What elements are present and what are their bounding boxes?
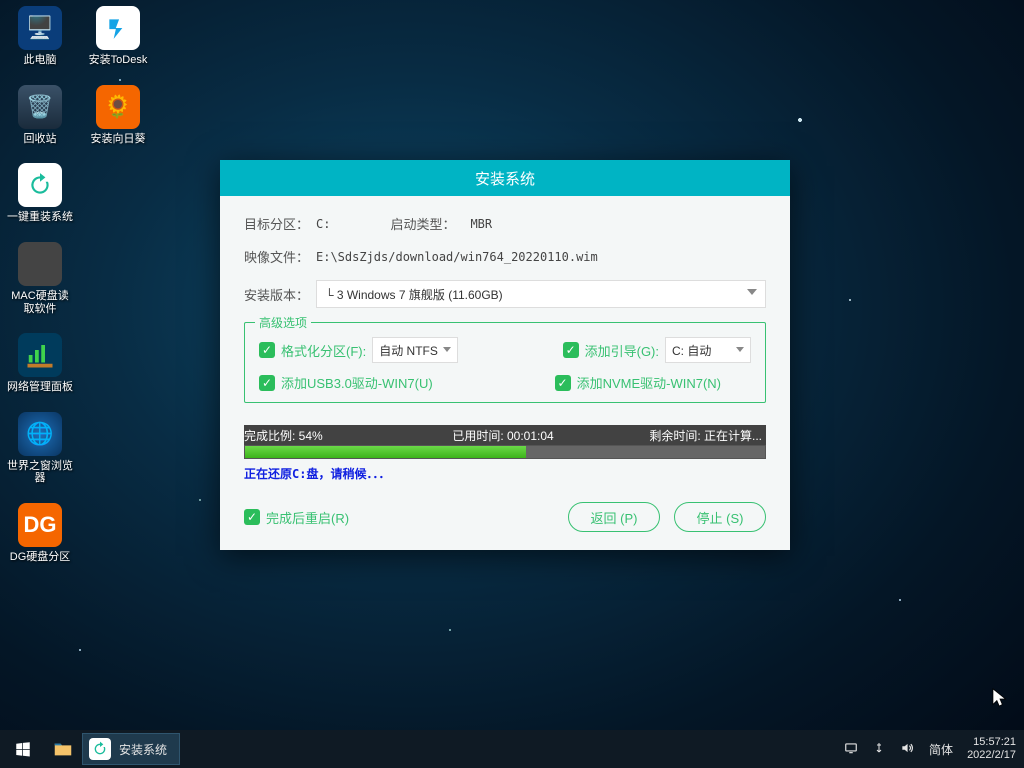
image-file-value: E:\SdsZjds/download/win764_20220110.wim [316, 250, 598, 264]
format-select[interactable]: 自动 NTFS [372, 337, 458, 363]
desktop-icon-todesk[interactable]: 安装ToDesk [84, 6, 152, 67]
chevron-down-icon [443, 347, 451, 352]
remaining-time-text: 剩余时间: 正在计算... [589, 427, 766, 444]
monitor-icon: 🖥️ [18, 6, 62, 50]
clock-time: 15:57:21 [967, 736, 1016, 749]
globe-icon: 🌐 [18, 412, 62, 456]
desktop-icon-reinstall[interactable]: 一键重装系统 [6, 163, 74, 224]
window-title[interactable]: 安装系统 [220, 160, 790, 196]
advanced-options-fieldset: 高级选项 ✓ 格式化分区(F): 自动 NTFS ✓ 添加引导(G): C: 自… [244, 322, 766, 403]
taskbar-app-title: 安装系统 [119, 741, 167, 758]
progress-metrics: 完成比例: 54% 已用时间: 00:01:04 剩余时间: 正在计算... [244, 425, 766, 445]
install-version-select[interactable]: └ 3 Windows 7 旗舰版 (11.60GB) [316, 280, 766, 308]
target-partition-value: C: [316, 217, 330, 231]
nvme-label: 添加NVME驱动-WIN7(N) [577, 373, 721, 392]
apple-icon [18, 242, 62, 286]
taskbar-app-installer[interactable]: 安装系统 [82, 733, 180, 765]
progress-percent-text: 完成比例: 54% [244, 427, 417, 444]
diskgenius-icon: DG [18, 503, 62, 547]
network-icon[interactable] [843, 741, 859, 758]
desktop-icon-net-panel[interactable]: 网络管理面板 [6, 333, 74, 394]
install-version-label: 安装版本： [244, 285, 316, 304]
select-value: └ 3 Windows 7 旗舰版 (11.60GB) [325, 286, 503, 303]
network-panel-icon [18, 333, 62, 377]
target-partition-label: 目标分区： [244, 214, 316, 233]
cursor-icon [992, 688, 1008, 710]
format-checkbox[interactable]: ✓ [259, 342, 275, 358]
start-button[interactable] [0, 730, 46, 768]
desktop-icon-diskgenius[interactable]: DG DG硬盘分区 [6, 503, 74, 564]
system-tray: 简体 15:57:21 2022/2/17 [843, 736, 1024, 761]
usb3-label: 添加USB3.0驱动-WIN7(U) [281, 373, 433, 392]
windows-icon [14, 740, 32, 758]
icon-label: DG硬盘分区 [10, 551, 71, 564]
status-text: 正在还原C:盘，请稍候．．． [244, 465, 766, 482]
back-button[interactable]: 返回 (P) [568, 502, 660, 532]
boot-add-label: 添加引导(G): [585, 341, 659, 360]
usb3-checkbox[interactable]: ✓ [259, 375, 275, 391]
nvme-checkbox[interactable]: ✓ [555, 375, 571, 391]
icon-label: 回收站 [24, 133, 57, 146]
boot-type-label: 启动类型： [390, 214, 470, 233]
chevron-down-icon [736, 347, 744, 352]
chevron-down-icon [747, 289, 757, 295]
advanced-legend: 高级选项 [255, 314, 311, 331]
boot-add-select[interactable]: C: 自动 [665, 337, 751, 363]
icon-label: 安装向日葵 [91, 133, 146, 146]
icon-label: 世界之窗浏览器 [6, 460, 74, 485]
boot-checkbox[interactable]: ✓ [563, 342, 579, 358]
icon-label: 网络管理面板 [7, 381, 73, 394]
reinstall-icon [89, 738, 111, 760]
desktop-icon-this-pc[interactable]: 🖥️ 此电脑 [6, 6, 74, 67]
reboot-checkbox[interactable]: ✓ [244, 509, 260, 525]
folder-icon [52, 738, 74, 760]
sunflower-icon: 🌻 [96, 85, 140, 129]
taskbar-explorer[interactable] [46, 730, 80, 768]
todesk-icon [96, 6, 140, 50]
usb-icon[interactable] [873, 740, 885, 759]
ime-indicator[interactable]: 简体 [929, 741, 953, 758]
progress-bar-fill [245, 446, 526, 458]
icon-label: 安装ToDesk [89, 54, 148, 67]
trash-icon: 🗑️ [18, 85, 62, 129]
stop-button[interactable]: 停止 (S) [674, 502, 766, 532]
taskbar: 安装系统 简体 15:57:21 2022/2/17 [0, 730, 1024, 768]
icon-label: 此电脑 [24, 54, 57, 67]
clock[interactable]: 15:57:21 2022/2/17 [967, 736, 1016, 761]
volume-icon[interactable] [899, 741, 915, 758]
icon-label: 一键重装系统 [7, 211, 73, 224]
installer-window: 安装系统 目标分区： C: 启动类型： MBR 映像文件： E:\SdsZjds… [220, 160, 790, 550]
icon-label: MAC硬盘读取软件 [6, 290, 74, 315]
elapsed-time-text: 已用时间: 00:01:04 [417, 427, 590, 444]
progress-bar [244, 445, 766, 459]
clock-date: 2022/2/17 [967, 749, 1016, 762]
desktop-icon-browser[interactable]: 🌐 世界之窗浏览器 [6, 412, 74, 485]
reboot-label: 完成后重启(R) [266, 508, 349, 527]
boot-type-value: MBR [470, 217, 492, 231]
image-file-label: 映像文件： [244, 247, 316, 266]
desktop-icons: 🖥️ 此电脑 安装ToDesk 🗑️ 回收站 🌻 安装向日葵 一键重装系统 MA… [6, 6, 152, 582]
desktop-icon-sunflower[interactable]: 🌻 安装向日葵 [84, 85, 152, 146]
desktop-icon-mac-disk[interactable]: MAC硬盘读取软件 [6, 242, 74, 315]
format-label: 格式化分区(F): [281, 341, 366, 360]
reinstall-icon [18, 163, 62, 207]
desktop-icon-recycle-bin[interactable]: 🗑️ 回收站 [6, 85, 74, 146]
